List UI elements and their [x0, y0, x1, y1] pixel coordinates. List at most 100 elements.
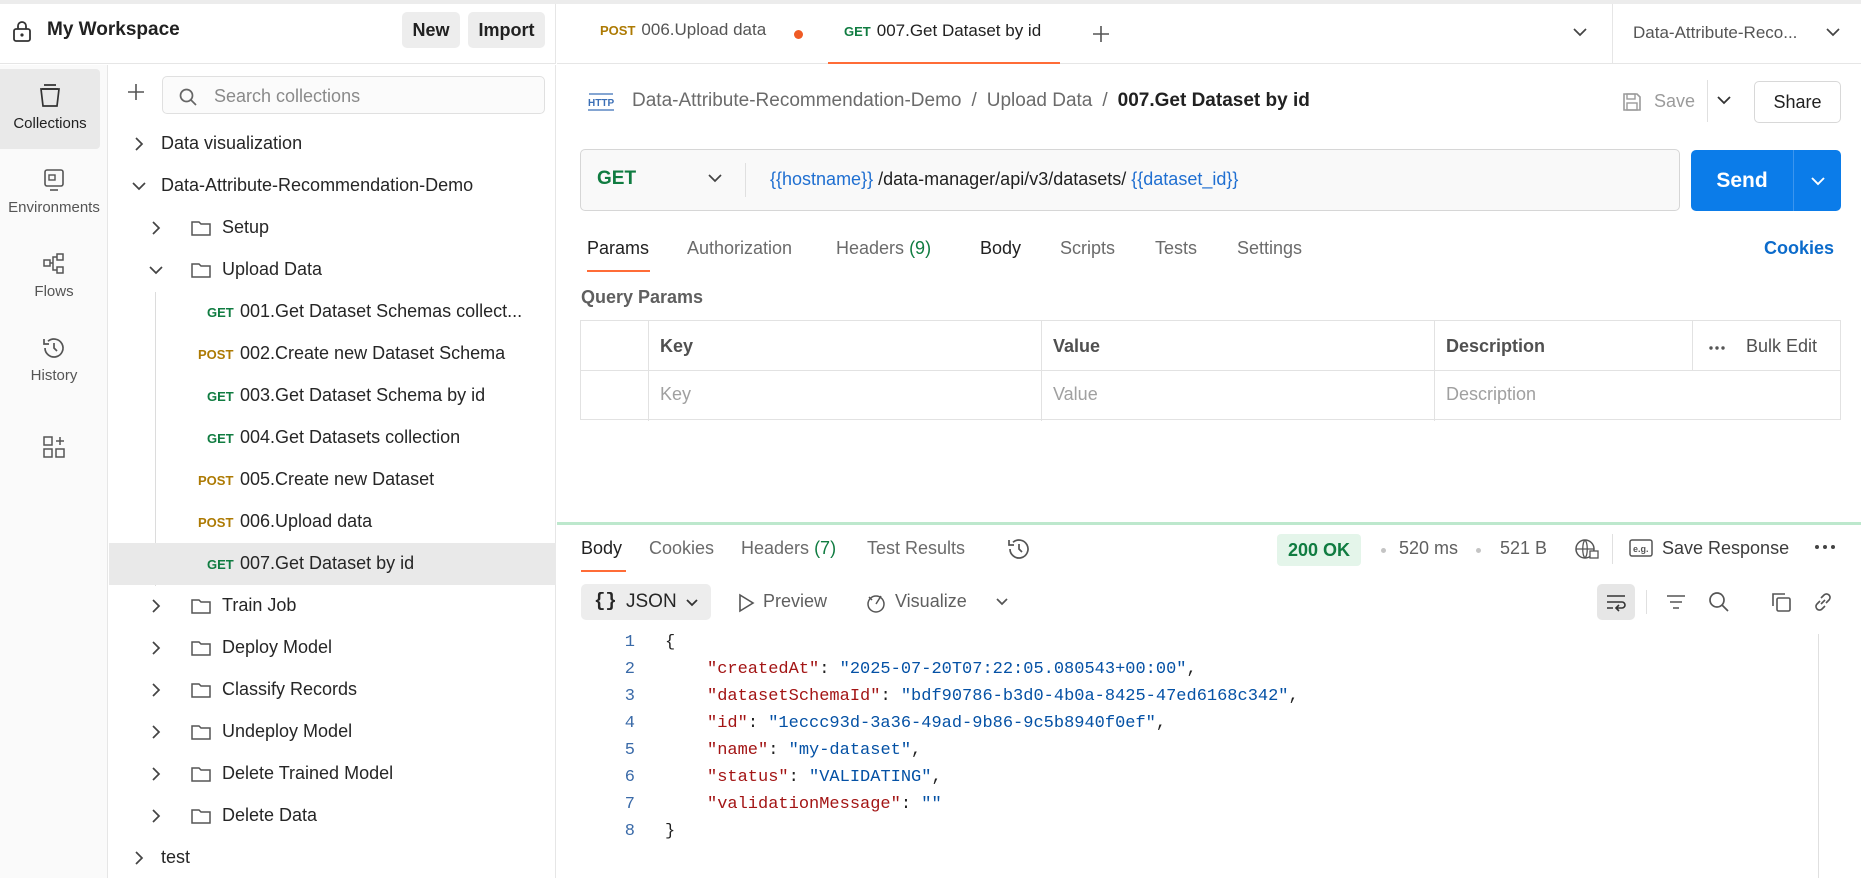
save-as-example-icon[interactable]: e.g.	[1629, 538, 1653, 558]
response-time[interactable]: 520 ms	[1399, 538, 1458, 559]
folder-item-undeploy-model[interactable]: Undeploy Model	[109, 711, 556, 753]
search-icon[interactable]	[1707, 590, 1731, 614]
chevron-right-icon[interactable]	[134, 850, 144, 866]
collection-item-test[interactable]: test	[109, 837, 556, 878]
chevron-down-icon[interactable]	[707, 173, 723, 183]
new-button[interactable]: New	[402, 12, 460, 48]
response-history-icon[interactable]	[1006, 536, 1032, 562]
save-response-button[interactable]: Save Response	[1662, 538, 1789, 559]
save-button[interactable]: Save	[1654, 91, 1695, 112]
folder-item-classify-records[interactable]: Classify Records	[109, 669, 556, 711]
rail-item-environments[interactable]: Environments	[0, 153, 108, 233]
chevron-down-icon[interactable]	[148, 265, 164, 275]
folder-item-delete-trained-model[interactable]: Delete Trained Model	[109, 753, 556, 795]
request-item-007-get-dataset-by-id[interactable]: GET 007.Get Dataset by id	[109, 543, 556, 585]
more-options-icon[interactable]	[1814, 544, 1836, 550]
bulk-edit-button[interactable]: Bulk Edit	[1746, 336, 1817, 357]
key-input[interactable]: Key	[660, 384, 691, 405]
request-item-002-create-new-dataset-schema[interactable]: POST 002.Create new Dataset Schema	[109, 333, 556, 375]
rail-item-flows[interactable]: Flows	[0, 237, 108, 317]
response-tab-cookies[interactable]: Cookies	[649, 538, 714, 559]
filter-icon[interactable]	[1665, 592, 1687, 612]
cookies-link[interactable]: Cookies	[1764, 238, 1834, 259]
response-tab-test-results[interactable]: Test Results	[867, 538, 965, 559]
tab-get-dataset-by-id[interactable]: GET 007.Get Dataset by id	[828, 0, 1060, 60]
breadcrumb-folder[interactable]: Upload Data	[987, 90, 1093, 111]
tab-body[interactable]: Body	[980, 238, 1021, 259]
url-input[interactable]: {{hostname}} /data-manager/api/v3/datase…	[770, 169, 1238, 190]
folder-icon	[190, 638, 212, 658]
folder-item-delete-data[interactable]: Delete Data	[109, 795, 556, 837]
chevron-right-icon[interactable]	[151, 808, 161, 824]
rail-item-history[interactable]: History	[0, 321, 108, 401]
code-content: "name": "my-dataset",	[707, 741, 922, 760]
rail-item-collections[interactable]: Collections	[0, 69, 100, 149]
chevron-right-icon[interactable]	[151, 640, 161, 656]
tab-settings[interactable]: Settings	[1237, 238, 1302, 259]
save-icon[interactable]	[1621, 91, 1643, 113]
save-options-chevron-down-icon[interactable]	[1716, 95, 1732, 105]
send-button[interactable]: Send	[1691, 150, 1793, 211]
import-button[interactable]: Import	[468, 12, 545, 48]
more-icon[interactable]	[1708, 345, 1726, 351]
folder-item-setup[interactable]: Setup	[109, 207, 556, 249]
description-input[interactable]: Description	[1446, 384, 1536, 405]
folder-item-deploy-model[interactable]: Deploy Model	[109, 627, 556, 669]
chevron-right-icon[interactable]	[151, 220, 161, 236]
tab-headers[interactable]: Headers (9)	[836, 238, 931, 259]
wrap-lines-button[interactable]	[1597, 584, 1635, 620]
copy-icon[interactable]	[1769, 590, 1793, 614]
share-button[interactable]: Share	[1754, 81, 1841, 123]
chevron-down-icon[interactable]	[995, 597, 1009, 606]
request-item-006-upload-data[interactable]: POST 006.Upload data	[109, 501, 556, 543]
folder-item-upload-data[interactable]: Upload Data	[109, 249, 556, 291]
code-scrollbar[interactable]	[1818, 634, 1819, 878]
network-globe-icon[interactable]	[1574, 537, 1600, 561]
collection-item-data-attribute-recommendation-demo[interactable]: Data-Attribute-Recommendation-Demo	[109, 165, 556, 207]
value-input[interactable]: Value	[1053, 384, 1098, 405]
collection-item-data-visualization[interactable]: Data visualization	[109, 123, 556, 165]
request-item-003-get-dataset-schema-by-id[interactable]: GET 003.Get Dataset Schema by id	[109, 375, 556, 417]
response-format-select[interactable]: {} JSON	[581, 584, 711, 620]
search-collections-input[interactable]: Search collections	[162, 76, 545, 114]
rail-item-configure[interactable]	[0, 421, 108, 501]
request-method: POST	[198, 473, 234, 488]
response-tab-headers[interactable]: Headers (7)	[741, 538, 836, 559]
divider	[745, 163, 746, 197]
request-item-001-get-dataset-schemas-collect[interactable]: GET 001.Get Dataset Schemas collect...	[109, 291, 556, 333]
request-name[interactable]: 007.Get Dataset by id	[1118, 90, 1310, 111]
chevron-right-icon[interactable]	[151, 682, 161, 698]
folder-item-train-job[interactable]: Train Job	[109, 585, 556, 627]
tab-params[interactable]: Params	[587, 238, 649, 259]
visualize-button[interactable]: Visualize	[867, 591, 967, 612]
request-item-005-create-new-dataset[interactable]: POST 005.Create new Dataset	[109, 459, 556, 501]
chevron-right-icon[interactable]	[134, 136, 144, 152]
method-select[interactable]: GET	[597, 168, 636, 190]
request-item-004-get-datasets-collection[interactable]: GET 004.Get Datasets collection	[109, 417, 556, 459]
response-splitter[interactable]	[557, 522, 1861, 525]
plus-icon[interactable]	[126, 82, 146, 102]
workspace-title[interactable]: My Workspace	[47, 19, 180, 41]
link-icon[interactable]	[1811, 590, 1835, 614]
chevron-right-icon[interactable]	[151, 724, 161, 740]
chevron-right-icon[interactable]	[151, 766, 161, 782]
chevron-down-icon[interactable]	[131, 181, 147, 191]
breadcrumb-collection[interactable]: Data-Attribute-Recommendation-Demo	[632, 90, 961, 111]
chevron-down-icon[interactable]	[1825, 27, 1841, 37]
response-size[interactable]: 521 B	[1500, 538, 1547, 559]
chevron-right-icon[interactable]	[151, 598, 161, 614]
tabs-menu-chevron-down-icon[interactable]	[1572, 27, 1588, 37]
preview-button[interactable]: Preview	[738, 591, 827, 612]
line-number: 3	[624, 687, 635, 706]
tab-upload-data[interactable]: POST 006.Upload data	[600, 0, 766, 60]
response-tab-body[interactable]: Body	[581, 538, 622, 559]
new-tab-plus-icon[interactable]	[1091, 24, 1111, 44]
collections-icon	[38, 83, 62, 109]
tab-label: Headers	[741, 538, 810, 558]
send-options-chevron-down-icon[interactable]	[1793, 150, 1841, 211]
tab-scripts[interactable]: Scripts	[1060, 238, 1115, 259]
tab-tests[interactable]: Tests	[1155, 238, 1197, 259]
tab-authorization[interactable]: Authorization	[687, 238, 792, 259]
environment-selector[interactable]: Data-Attribute-Reco...	[1633, 23, 1797, 43]
status-badge[interactable]: 200 OK	[1277, 534, 1362, 566]
